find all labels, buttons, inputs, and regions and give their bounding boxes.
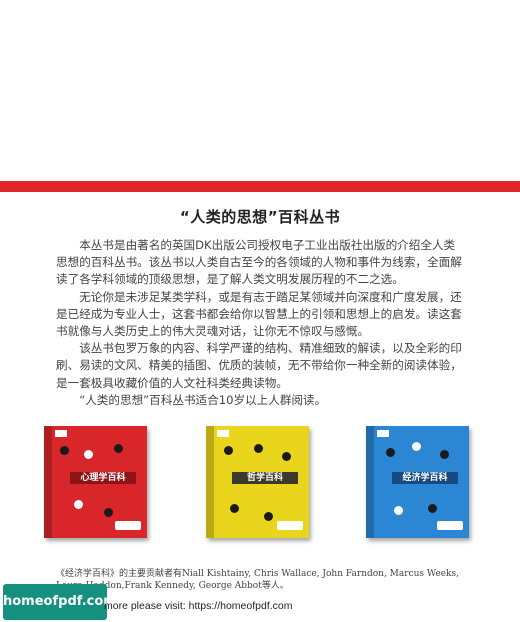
contributors-caption: 《经济学百科》的主要贡献者有Niall Kishtainy, Chris Wal… bbox=[56, 569, 459, 591]
illustration-icon bbox=[440, 450, 449, 459]
homeofpdf-badge[interactable]: homeofpdf.com bbox=[3, 584, 117, 620]
paragraph-2: 无论你是未涉足某类学科，或是有志于踏足某领域并向深度和广度发展，还是已经成为专业… bbox=[56, 289, 462, 339]
illustration-icon bbox=[394, 506, 403, 515]
visit-link[interactable]: more please visit: https://homeofpdf.com bbox=[104, 600, 293, 612]
illustration-icon bbox=[74, 500, 83, 509]
illustration-icon bbox=[104, 508, 113, 517]
dk-logo-icon bbox=[377, 430, 389, 437]
book-title: 经济学百科 bbox=[392, 472, 458, 484]
illustration-icon bbox=[60, 446, 69, 455]
paragraph-4: “人类的思想”百科丛书适合10岁以上人群阅读。 bbox=[79, 392, 327, 407]
illustration-icon bbox=[412, 442, 421, 451]
sticker-icon bbox=[115, 521, 141, 530]
illustration-icon bbox=[282, 452, 291, 461]
illustration-icon bbox=[386, 448, 395, 457]
book-cover-economics: 经济学百科 bbox=[366, 426, 469, 538]
sticker-icon bbox=[277, 521, 303, 530]
illustration-icon bbox=[114, 444, 123, 453]
paragraph-3: 该丛书包罗万象的内容、科学严谨的结构、精准细致的解读，以及全彩的印刷、易读的文风… bbox=[56, 341, 462, 390]
paragraph-1: 本丛书是由著名的英国DK出版公司授权电子工业出版社出版的介绍全人类思想的百科丛书… bbox=[56, 238, 462, 287]
page-title: “人类的思想”百科丛书 bbox=[179, 208, 341, 226]
dk-logo-icon bbox=[55, 430, 67, 437]
illustration-icon bbox=[428, 504, 437, 513]
book-cover-philosophy: 哲学百科 bbox=[206, 426, 309, 538]
illustration-icon bbox=[264, 512, 273, 521]
illustration-icon bbox=[254, 444, 263, 453]
red-divider-band bbox=[0, 181, 520, 192]
book-title: 哲学百科 bbox=[232, 472, 298, 484]
sticker-icon bbox=[437, 521, 463, 530]
illustration-icon bbox=[224, 446, 233, 455]
book-title: 心理学百科 bbox=[70, 472, 136, 484]
intro-text: 本丛书是由著名的英国DK出版公司授权电子工业出版社出版的介绍全人类思想的百科丛书… bbox=[56, 237, 466, 409]
dk-logo-icon bbox=[217, 430, 229, 437]
book-cover-psychology: 心理学百科 bbox=[44, 426, 147, 538]
illustration-icon bbox=[230, 504, 239, 513]
illustration-icon bbox=[84, 450, 93, 459]
